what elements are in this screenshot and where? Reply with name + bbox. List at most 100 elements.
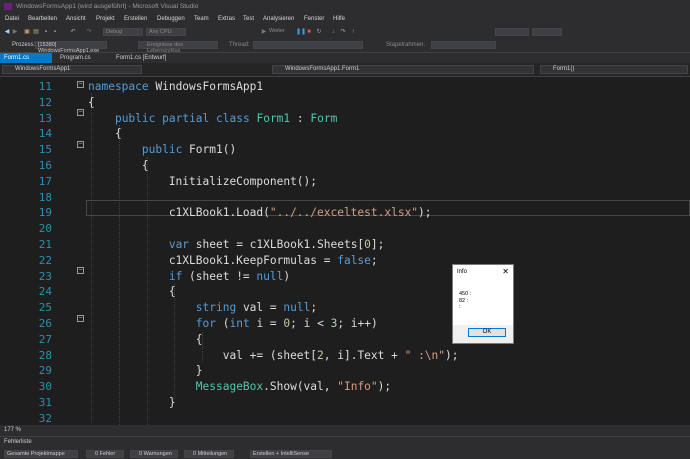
code-line[interactable]: 17 InitializeComponent();	[0, 174, 690, 190]
code-line[interactable]: 12 {	[0, 95, 690, 111]
errors-filter-button[interactable]: 0 Fehler	[86, 450, 124, 458]
window-title: WindowsFormsApp1 (wird ausgeführt) - Mic…	[16, 3, 199, 10]
tab-program-cs[interactable]: Program.cs	[56, 53, 106, 63]
code-line[interactable]: 22 c1XLBook1.KeepFormulas = false;	[0, 253, 690, 269]
project-dropdown[interactable]: WindowsFormsApp1	[2, 65, 142, 74]
code-line[interactable]: 14 {	[0, 126, 690, 142]
warnings-filter-button[interactable]: 0 Warnungen	[130, 450, 178, 458]
pause-icon[interactable]: ❚❚	[296, 29, 306, 35]
code-text: var sheet = c1XLBook1.Sheets[0];	[168, 238, 385, 251]
step-out-icon[interactable]: ↑	[350, 29, 356, 35]
line-number: 29	[38, 364, 52, 378]
code-line[interactable]: 27 {	[0, 332, 690, 348]
message-box-body: 450 : 82 : :	[453, 279, 513, 325]
menu-debuggen[interactable]: Debuggen	[157, 16, 185, 22]
menu-extras[interactable]: Extras	[218, 16, 235, 22]
continue-icon[interactable]: ▶	[261, 29, 267, 35]
code-line[interactable]: 24 {	[0, 284, 690, 300]
code-line[interactable]: 21 var sheet = c1XLBook1.Sheets[0];	[0, 237, 690, 253]
open-icon[interactable]: ▤	[33, 29, 39, 35]
redo-icon[interactable]: ↷	[86, 29, 92, 35]
code-line[interactable]: 31 }	[0, 395, 690, 411]
scope-dropdown[interactable]: Gesamte Projektmappe	[4, 450, 78, 458]
save-all-icon[interactable]: ▪	[52, 29, 58, 35]
save-icon[interactable]: ▪	[43, 29, 49, 35]
code-editor[interactable]: − − − − − 11 namespace WindowsFormsApp1 12…	[0, 77, 690, 425]
code-text: {	[88, 159, 149, 172]
toolbar: ◀ ▶ ▣ ▤ ▪ ▪ ↶ ↷ Debug Any CPU ▶ Weiter ❚…	[0, 25, 690, 39]
document-tabs: Form1.cs Program.cs Form1.cs [Entwurf]	[0, 53, 690, 63]
build-intellisense-dropdown[interactable]: Erstellen + IntelliSense	[250, 450, 332, 458]
step-over-icon[interactable]: ↷	[340, 29, 346, 35]
info-message-box: Info ✕ 450 : 82 : : OK	[452, 264, 514, 344]
menu-datei[interactable]: Datei	[5, 16, 19, 22]
code-text: if (sheet != null)	[168, 269, 291, 283]
code-line[interactable]: 11 namespace WindowsFormsApp1	[0, 79, 690, 95]
code-line[interactable]: 19 c1XLBook1.Load("../../exceltest.xlsx"…	[0, 205, 690, 221]
close-icon[interactable]: ✕	[502, 265, 509, 279]
line-number: 25	[38, 301, 52, 315]
line-number: 14	[38, 127, 52, 141]
code-text: {	[88, 332, 203, 346]
code-line[interactable]: 30 MessageBox.Show(val, "Info");	[0, 379, 690, 395]
code-line[interactable]: 13 public partial class Form1 : Form	[0, 111, 690, 127]
menu-erstellen[interactable]: Erstellen	[124, 16, 147, 22]
platform-dropdown[interactable]: Any CPU	[146, 28, 186, 36]
line-number: 12	[38, 95, 52, 109]
menu-analysieren[interactable]: Analysieren	[263, 16, 294, 22]
code-line[interactable]: 23 if (sheet != null)	[0, 269, 690, 285]
menu-team[interactable]: Team	[194, 16, 209, 22]
menu-ansicht[interactable]: Ansicht	[66, 16, 86, 22]
menu-bearbeiten[interactable]: Bearbeiten	[28, 16, 57, 22]
stop-icon[interactable]: ■	[306, 29, 312, 35]
line-number: 20	[38, 222, 52, 236]
code-line[interactable]: 18	[0, 190, 690, 206]
continue-label[interactable]: Weiter	[269, 28, 285, 34]
line-number: 24	[38, 285, 52, 299]
tab-form1-cs[interactable]: Form1.cs	[0, 53, 52, 63]
code-text: c1XLBook1.Load("../../exceltest.xlsx");	[88, 206, 432, 220]
tab-form1-design[interactable]: Form1.cs [Entwurf]	[112, 53, 182, 63]
code-text: MessageBox.Show(val, "Info");	[195, 380, 392, 394]
menu-hilfe[interactable]: Hilfe	[333, 16, 345, 22]
code-line[interactable]: 25 string val = null;	[0, 300, 690, 316]
editor-status-row: 177 %	[0, 425, 690, 436]
message-box-title: Info	[457, 269, 468, 275]
title-bar: WindowsFormsApp1 (wird ausgeführt) - Mic…	[0, 0, 690, 13]
menu-test[interactable]: Test	[243, 16, 254, 22]
code-text: InitializeComponent();	[88, 174, 318, 188]
menu-fenster[interactable]: Fenster	[304, 16, 324, 22]
zoom-level[interactable]: 177 %	[4, 425, 21, 436]
config-dropdown[interactable]: Debug	[103, 28, 143, 36]
error-list-title: Fehlerliste	[4, 439, 32, 445]
forward-icon[interactable]: ▶	[12, 29, 18, 35]
restart-icon[interactable]: ↻	[316, 29, 322, 35]
member-dropdown[interactable]: Form1()	[540, 65, 688, 74]
line-number: 27	[38, 332, 52, 346]
thread-dropdown[interactable]	[253, 41, 363, 49]
thread-label: Thread:	[229, 42, 250, 48]
code-line[interactable]: 15 public Form1()	[0, 142, 690, 158]
code-line[interactable]: 28 val += (sheet[2, i].Text + " :\n");	[0, 348, 690, 364]
class-dropdown[interactable]: WindowsFormsApp1.Form1	[272, 65, 534, 74]
code-line[interactable]: 16 {	[0, 158, 690, 174]
messages-filter-button[interactable]: 0 Mitteilungen	[184, 450, 234, 458]
line-number: 11	[38, 80, 52, 93]
code-line[interactable]: 32	[0, 411, 690, 425]
menu-projekt[interactable]: Projekt	[96, 16, 115, 22]
line-number: 28	[38, 348, 52, 362]
step-into-icon[interactable]: ↓	[330, 29, 336, 35]
code-line[interactable]: 29 }	[0, 363, 690, 379]
stackframe-dropdown[interactable]	[431, 41, 496, 49]
code-line[interactable]: 20	[0, 221, 690, 237]
new-project-icon[interactable]: ▣	[24, 29, 30, 35]
code-text: {	[88, 127, 122, 141]
toolbar-dropdown-1[interactable]	[495, 28, 529, 36]
toolbar-dropdown-2[interactable]	[532, 28, 562, 36]
lifecycle-events-dropdown[interactable]: Ereignisse des Lebenszyklus	[138, 41, 218, 54]
ok-button[interactable]: OK	[468, 328, 506, 337]
undo-icon[interactable]: ↶	[70, 29, 76, 35]
process-dropdown[interactable]: [15380] WindowsFormsApp1.exe	[35, 41, 107, 54]
code-line[interactable]: 26 for (int i = 0; i < 3; i++)	[0, 316, 690, 332]
back-icon[interactable]: ◀	[4, 29, 10, 35]
